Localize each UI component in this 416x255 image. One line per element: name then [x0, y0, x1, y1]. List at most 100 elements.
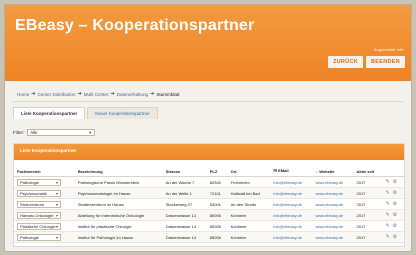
active-since-cell: 2017 — [353, 198, 383, 210]
edit-icon[interactable]: ✎ — [385, 190, 389, 196]
breadcrumb-arrow-icon: ➔ — [77, 91, 82, 97]
settings-icon[interactable]: ⚙ — [393, 179, 397, 185]
city-cell: Kuhheim — [227, 209, 271, 221]
settings-icon[interactable]: ⚙ — [393, 212, 397, 218]
settings-icon[interactable]: ⚙ — [393, 201, 397, 207]
settings-icon[interactable]: ⚙ — [393, 190, 397, 196]
name-cell: Institut für plastische Chirurgie — [74, 220, 163, 232]
email-link[interactable]: info@ebeasy.de — [270, 187, 313, 199]
name-cell: Pathologische Praxis Münsterstein — [74, 176, 163, 188]
partner-panel: Liste Kooperationspartner Fachbereich Be… — [13, 143, 405, 247]
department-value: Plastische Chirurgie — [20, 223, 56, 229]
department-cell: Psychosomatik ▾ — [14, 187, 75, 199]
filter-select[interactable]: Alle ▼ — [27, 129, 96, 136]
partner-table: Fachbereich Bezeichnung Strasse PLZ Ort … — [14, 166, 404, 243]
row-actions: ✎ ⚙ — [382, 187, 404, 199]
row-actions: ✎ ⚙ — [382, 209, 404, 221]
zip-cell: 85006 — [206, 220, 228, 232]
department-select[interactable]: Psychosomatik ▾ — [17, 189, 61, 197]
city-cell: Frohnheim — [227, 176, 271, 188]
department-cell: Pathologie ▾ — [14, 176, 75, 188]
website-link[interactable]: www.ebeasy.de — [312, 220, 354, 232]
column-header[interactable]: Aktiv seit — [353, 166, 383, 177]
row-actions: ✎ ⚙ — [382, 231, 404, 243]
table-row[interactable]: Psychosomatik ▾ Psychosomatologie im Hause… — [14, 187, 404, 199]
table-row[interactable]: Hämato-Onkologie ▾ Abteilung für Internist… — [14, 209, 404, 221]
column-header-label: EMail — [278, 168, 289, 173]
city-cell: Hallstatt bei Bad — [227, 187, 271, 199]
website-link[interactable]: www.ebeasy.de — [312, 176, 354, 188]
column-header[interactable]: ⌂Website — [312, 166, 354, 177]
column-header[interactable]: ✉EMail — [270, 166, 313, 177]
edit-icon[interactable]: ✎ — [385, 201, 389, 207]
breadcrumb-item[interactable]: Multi Center — [84, 92, 109, 97]
department-value: Pathologie — [20, 234, 39, 240]
settings-icon[interactable]: ⚙ — [393, 223, 397, 229]
department-select[interactable]: Plastische Chirurgie ▾ — [17, 222, 61, 230]
name-cell: Psychosomatologie im Hause — [74, 187, 163, 199]
edit-icon[interactable]: ✎ — [385, 223, 389, 229]
chevron-down-icon: ▼ — [88, 130, 93, 135]
department-value: Stoerzentrum — [20, 201, 45, 207]
table-row[interactable]: Pathologie ▾ Pathologische Praxis Münsters… — [14, 176, 404, 188]
edit-icon[interactable]: ✎ — [385, 179, 389, 185]
breadcrumb: Home ➔ Center Distribution ➔ Multi Cente… — [17, 91, 180, 97]
edit-icon[interactable]: ✎ — [385, 212, 389, 218]
column-header-label: Website — [319, 168, 335, 174]
edit-icon[interactable]: ✎ — [385, 234, 389, 240]
email-link[interactable]: info@ebeasy.de — [270, 198, 313, 210]
street-cell: An der Welle 1 — [162, 187, 207, 199]
department-value: Hämato-Onkologie — [20, 212, 54, 218]
website-link[interactable]: www.ebeasy.de — [312, 187, 354, 199]
name-cell: Studienzentrum im Hause — [74, 198, 163, 210]
email-link[interactable]: info@ebeasy.de — [270, 220, 313, 232]
department-select[interactable]: Stoerzentrum ▾ — [17, 200, 61, 208]
actions-header — [382, 166, 404, 177]
table-row[interactable]: Plastische Chirurgie ▾ Institut für plasti… — [14, 220, 404, 232]
column-header[interactable]: Fachbereich — [14, 166, 75, 177]
street-cell: Datumstrasse 14 — [162, 231, 207, 243]
website-link[interactable]: www.ebeasy.de — [312, 231, 354, 243]
home-icon: ⌂ — [315, 168, 319, 174]
website-link[interactable]: www.ebeasy.de — [312, 198, 354, 210]
department-cell: Hämato-Onkologie ▾ — [14, 209, 75, 221]
filter-value: Alle — [30, 130, 38, 135]
breadcrumb-arrow-icon: ➔ — [150, 91, 155, 97]
column-header[interactable]: Ort — [227, 166, 271, 177]
street-cell: Stockerweg 27 — [162, 198, 207, 210]
department-select[interactable]: Hämato-Onkologie ▾ — [17, 211, 61, 219]
breadcrumb-item[interactable]: Home — [17, 92, 29, 97]
department-select[interactable]: Pathologie ▾ — [17, 178, 61, 186]
tab-list[interactable]: Liste Kooperationspartner — [13, 107, 86, 119]
table-row[interactable]: Pathologie ▾ Institut für Pathologie im Ha… — [14, 231, 404, 243]
email-link[interactable]: info@ebeasy.de — [270, 176, 313, 188]
chevron-down-icon: ▾ — [55, 223, 58, 229]
name-cell: Institut für Pathologie im Hause — [74, 231, 163, 243]
name-cell: Abteilung für Internistische Onkologie — [74, 209, 163, 221]
settings-icon[interactable]: ⚙ — [393, 234, 397, 240]
email-link[interactable]: info@ebeasy.de — [270, 231, 313, 243]
header-buttons: ZURÜCK BEENDEN — [327, 56, 405, 68]
zip-cell: 85006 — [206, 209, 228, 221]
back-button[interactable]: ZURÜCK — [327, 56, 363, 68]
tab-bar: Liste Kooperationspartner Neuer Kooperat… — [13, 107, 158, 119]
website-link[interactable]: www.ebeasy.de — [312, 209, 354, 221]
mail-icon: ✉ — [273, 168, 278, 173]
breadcrumb-item[interactable]: Datenerhaltung — [117, 92, 148, 97]
active-since-cell: 2017 — [353, 220, 383, 232]
tab-new[interactable]: Neuer Kooperationspartner — [87, 107, 158, 119]
column-header[interactable]: Strasse — [162, 166, 207, 177]
column-header[interactable]: PLZ — [206, 166, 228, 177]
column-header[interactable]: Bezeichnung — [74, 166, 163, 177]
breadcrumb-item[interactable]: Center Distribution — [37, 92, 75, 97]
table-header-row: Fachbereich Bezeichnung Strasse PLZ Ort … — [14, 166, 404, 177]
zip-cell: 85006 — [206, 231, 228, 243]
app-window: EBeasy – Kooperationspartner Angemeldet:… — [4, 4, 412, 252]
department-select[interactable]: Pathologie ▾ — [17, 233, 61, 241]
app-header: EBeasy – Kooperationspartner Angemeldet:… — [5, 5, 411, 81]
active-since-cell: 2017 — [353, 176, 383, 188]
exit-button[interactable]: BEENDEN — [366, 56, 405, 68]
chevron-down-icon: ▾ — [55, 179, 58, 185]
table-row[interactable]: Stoerzentrum ▾ Studienzentrum im Hause Stoc… — [14, 198, 404, 210]
email-link[interactable]: info@ebeasy.de — [270, 209, 313, 221]
